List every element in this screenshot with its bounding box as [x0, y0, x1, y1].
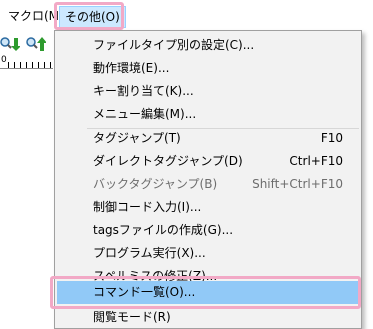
ruler: 0	[0, 55, 53, 69]
menu-item-direct-tag-jump[interactable]: ダイレクトタグジャンプ(D) Ctrl+F10	[57, 150, 359, 173]
ruler-ticks	[8, 62, 53, 68]
menu-item-key-assign[interactable]: キー割り当て(K)...	[57, 80, 359, 103]
menu-item-control-code-input[interactable]: 制御コード入力(I)...	[57, 196, 359, 219]
editor-area[interactable]	[0, 70, 53, 329]
menubar: マクロ(M) その他(O)	[0, 0, 373, 30]
search-next-down-icon[interactable]	[0, 36, 21, 52]
menu-item-menu-edit[interactable]: メニュー編集(M)...	[57, 103, 359, 126]
shortcut-label: Ctrl+F10	[289, 154, 343, 168]
menu-item-tag-jump[interactable]: タグジャンプ(T) F10	[57, 127, 359, 150]
shortcut-label: F10	[320, 131, 343, 145]
menu-item-back-tag-jump: バックタグジャンプ(B) Shift+Ctrl+F10	[57, 173, 359, 196]
menu-item-environment[interactable]: 動作環境(E)...	[57, 57, 359, 80]
menu-item-filetype-settings[interactable]: ファイルタイプ別の設定(C)...	[57, 34, 359, 57]
menu-item-create-tags-file[interactable]: tagsファイルの作成(G)...	[57, 219, 359, 242]
shortcut-label: Shift+Ctrl+F10	[252, 177, 343, 191]
highlight-annotation-menubar	[54, 2, 124, 30]
toolbar	[0, 33, 53, 55]
menu-item-run-program[interactable]: プログラム実行(X)...	[57, 242, 359, 265]
highlight-annotation-command-list	[50, 276, 361, 309]
search-next-up-icon[interactable]	[26, 36, 47, 52]
ruler-origin-label: 0	[1, 55, 7, 65]
menu-item-view-mode[interactable]: 閲覧モード(R)	[57, 306, 359, 329]
